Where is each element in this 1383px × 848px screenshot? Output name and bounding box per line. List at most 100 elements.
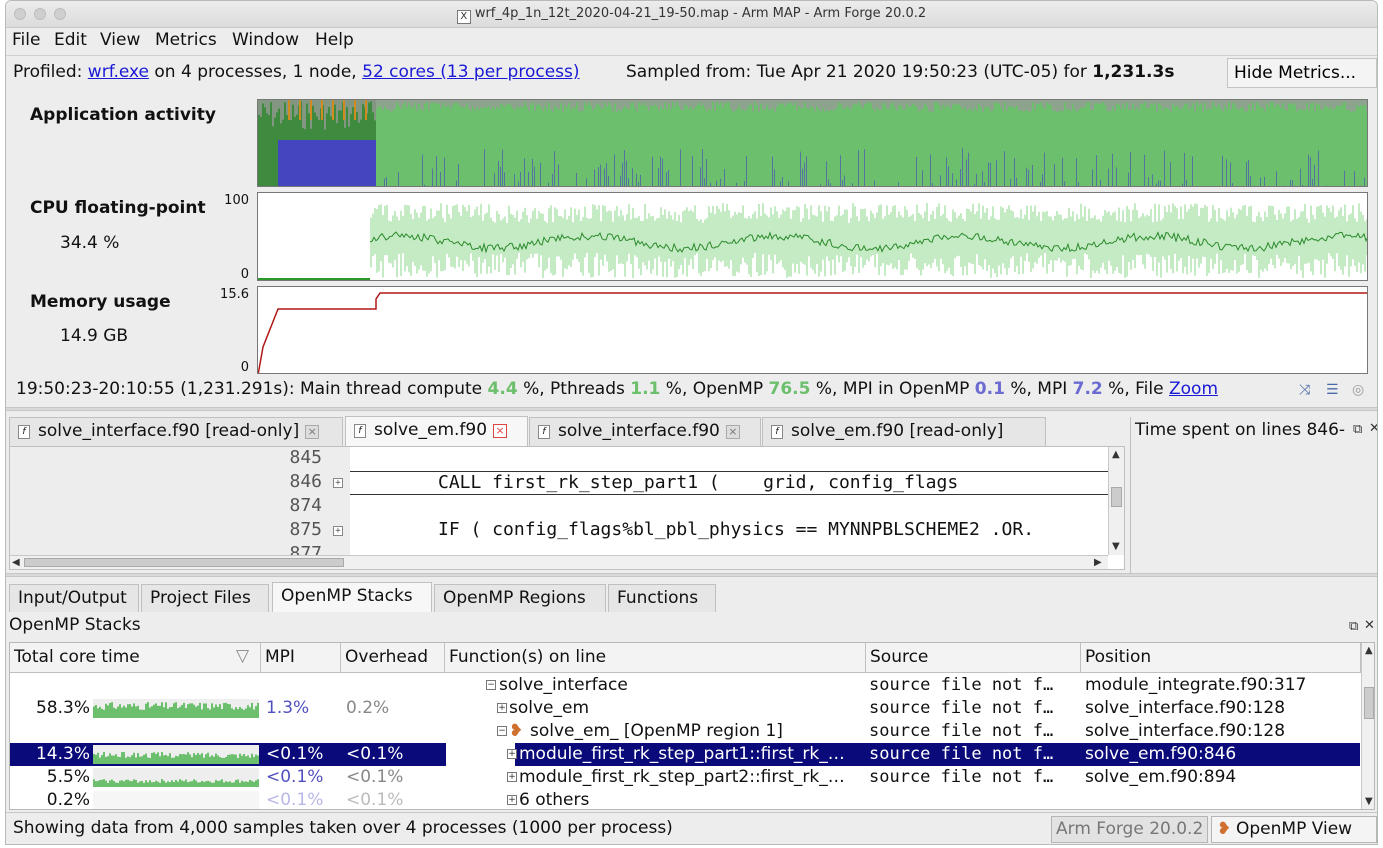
position-cell: module_integrate.f90:317	[1085, 675, 1307, 695]
collapse-icon[interactable]: −	[486, 680, 496, 690]
openmp-stacks-table[interactable]: Total core time ▽ MPI Overhead Function(…	[9, 642, 1375, 810]
expand-icon[interactable]: +	[507, 749, 517, 759]
scroll-down-icon[interactable]: ▼	[1112, 541, 1120, 552]
activity-overhead-bar	[570, 100, 572, 111]
close-icon[interactable]: ×	[493, 424, 508, 438]
scroll-right-icon[interactable]: ▶	[1094, 557, 1102, 568]
code-line[interactable]: 874	[10, 495, 1108, 519]
hide-metrics-button[interactable]: Hide Metrics...	[1227, 58, 1377, 88]
col-total-core-time[interactable]: Total core time ▽	[10, 643, 261, 673]
table-row[interactable]: − solve_interface source file not f… mod…	[10, 674, 1360, 697]
openmp-view-button[interactable]: ❥ OpenMP View	[1211, 816, 1377, 843]
list-icon[interactable]: ☰	[1326, 382, 1339, 398]
source-code-view[interactable]: 845 846 + CALL first_rk_step_part1 ( gri…	[9, 446, 1125, 570]
table-row-selected[interactable]: 14.3% <0.1% <0.1% + module_first_rk_step…	[10, 743, 1360, 766]
sparkline-bar	[159, 756, 161, 764]
table-row[interactable]: 58.3% 1.3% 0.2% + solve_em source file n…	[10, 697, 1360, 720]
sparkline-bar	[171, 780, 173, 787]
scroll-thumb[interactable]	[1111, 487, 1122, 507]
menu-help[interactable]: Help	[315, 30, 354, 50]
cores-link[interactable]: 52 cores (13 per process)	[362, 62, 579, 82]
sparkline-bar	[209, 781, 211, 787]
expand-icon[interactable]: +	[333, 478, 343, 488]
activity-mpi-bar	[746, 156, 747, 186]
col-overhead[interactable]: Overhead	[341, 643, 445, 673]
tab-input-output[interactable]: Input/Output	[9, 584, 139, 612]
table-vertical-scrollbar[interactable]: ▲ ▼	[1361, 643, 1374, 809]
code-line[interactable]: 845	[10, 447, 1108, 471]
version-label: Arm Forge 20.0.2	[1051, 816, 1209, 843]
editor-tab-solve-interface-readonly[interactable]: f solve_interface.f90 [read-only] ×	[9, 417, 343, 446]
col-mpi[interactable]: MPI	[261, 643, 341, 673]
col-position[interactable]: Position	[1081, 643, 1361, 673]
collapse-icon[interactable]: −	[497, 726, 507, 736]
activity-overhead-bar	[764, 100, 766, 111]
editor-tab-solve-em-readonly[interactable]: f solve_em.f90 [read-only]	[762, 417, 1046, 446]
expand-icon[interactable]: +	[507, 795, 517, 805]
activity-overhead-bar	[552, 100, 554, 112]
scroll-thumb[interactable]	[1364, 687, 1374, 719]
cpu-band	[1328, 207, 1330, 254]
table-row[interactable]: 5.5% <0.1% <0.1% + module_first_rk_step_…	[10, 766, 1360, 789]
activity-overhead-bar	[496, 100, 498, 107]
expand-icon[interactable]: +	[507, 772, 517, 782]
exe-link[interactable]: wrf.exe	[88, 62, 149, 82]
sparkline-bar	[143, 754, 145, 764]
cpu-band	[426, 220, 428, 277]
scroll-up-icon[interactable]: ▲	[1112, 449, 1120, 460]
table-row[interactable]: − ❥ solve_em_ [OpenMP region 1] source f…	[10, 720, 1360, 743]
close-icon[interactable]: ×	[305, 425, 320, 439]
activity-overhead-bar	[854, 100, 856, 104]
activity-mpi-bar	[458, 163, 459, 186]
close-panel-icon[interactable]: ✕	[1364, 618, 1375, 633]
close-icon[interactable]: ×	[725, 425, 740, 439]
activity-mpi-bar	[976, 173, 977, 186]
app-activity-graph[interactable]	[257, 99, 1368, 187]
menu-metrics[interactable]: Metrics	[155, 30, 217, 50]
scroll-up-icon[interactable]: ▲	[1365, 645, 1373, 656]
scroll-thumb[interactable]	[24, 558, 344, 567]
editor-tab-solve-interface[interactable]: f solve_interface.f90 ×	[529, 417, 761, 446]
code-line[interactable]: 877	[10, 543, 1108, 555]
cpu-band	[996, 219, 998, 278]
splitter-top[interactable]	[6, 407, 1377, 411]
cpu-band	[1030, 205, 1032, 272]
sparkline-bar	[113, 707, 115, 718]
scroll-left-icon[interactable]: ◀	[12, 557, 20, 568]
zoom-link[interactable]: Zoom	[1169, 379, 1218, 399]
tab-functions[interactable]: Functions	[608, 584, 716, 612]
col-functions[interactable]: Function(s) on line	[445, 643, 866, 673]
expand-icon[interactable]: +	[497, 703, 507, 713]
menu-file[interactable]: File	[12, 30, 40, 50]
scroll-down-icon[interactable]: ▼	[1365, 796, 1373, 807]
tab-project-files[interactable]: Project Files	[141, 584, 269, 612]
tab-openmp-stacks[interactable]: OpenMP Stacks	[272, 582, 432, 612]
splitter-bottom[interactable]	[6, 573, 1377, 577]
code-vertical-scrollbar[interactable]: ▲ ▼	[1108, 447, 1124, 555]
code-line[interactable]: 875 + IF ( config_flags%bl_pbl_physics =…	[10, 519, 1108, 543]
zoom-reset-icon[interactable]: ⤨	[1299, 382, 1310, 398]
sort-desc-icon[interactable]: ▽	[236, 646, 249, 666]
menu-view[interactable]: View	[100, 30, 140, 50]
table-row[interactable]: 0.2% <0.1% <0.1% + 6 others	[10, 789, 1360, 809]
tab-openmp-regions[interactable]: OpenMP Regions	[434, 584, 606, 612]
code-line-selected[interactable]: 846 + CALL first_rk_step_part1 ( grid, c…	[10, 471, 1108, 495]
col-source[interactable]: Source	[866, 643, 1081, 673]
cpu-band	[1008, 205, 1010, 268]
memory-graph[interactable]	[257, 286, 1368, 374]
expand-icon[interactable]: +	[333, 526, 343, 536]
code-horizontal-scrollbar[interactable]: ◀ ▶	[10, 555, 1108, 569]
editor-tab-solve-em[interactable]: f solve_em.f90 ×	[345, 416, 528, 446]
menu-window[interactable]: Window	[232, 30, 299, 50]
menu-edit[interactable]: Edit	[54, 30, 87, 50]
float-panel-icon[interactable]: ⧉	[1349, 619, 1358, 634]
cpu-band	[1192, 206, 1194, 259]
cpu-band	[1226, 210, 1228, 269]
settings-icon[interactable]: ◎	[1352, 382, 1364, 398]
cpu-fp-graph[interactable]	[257, 192, 1368, 281]
cpu-band	[992, 206, 994, 269]
float-panel-icon[interactable]: ⧉	[1353, 422, 1362, 437]
sparkline-bar	[157, 752, 159, 764]
activity-overhead-bar	[1146, 100, 1148, 108]
close-panel-icon[interactable]: ✕	[1369, 421, 1377, 436]
